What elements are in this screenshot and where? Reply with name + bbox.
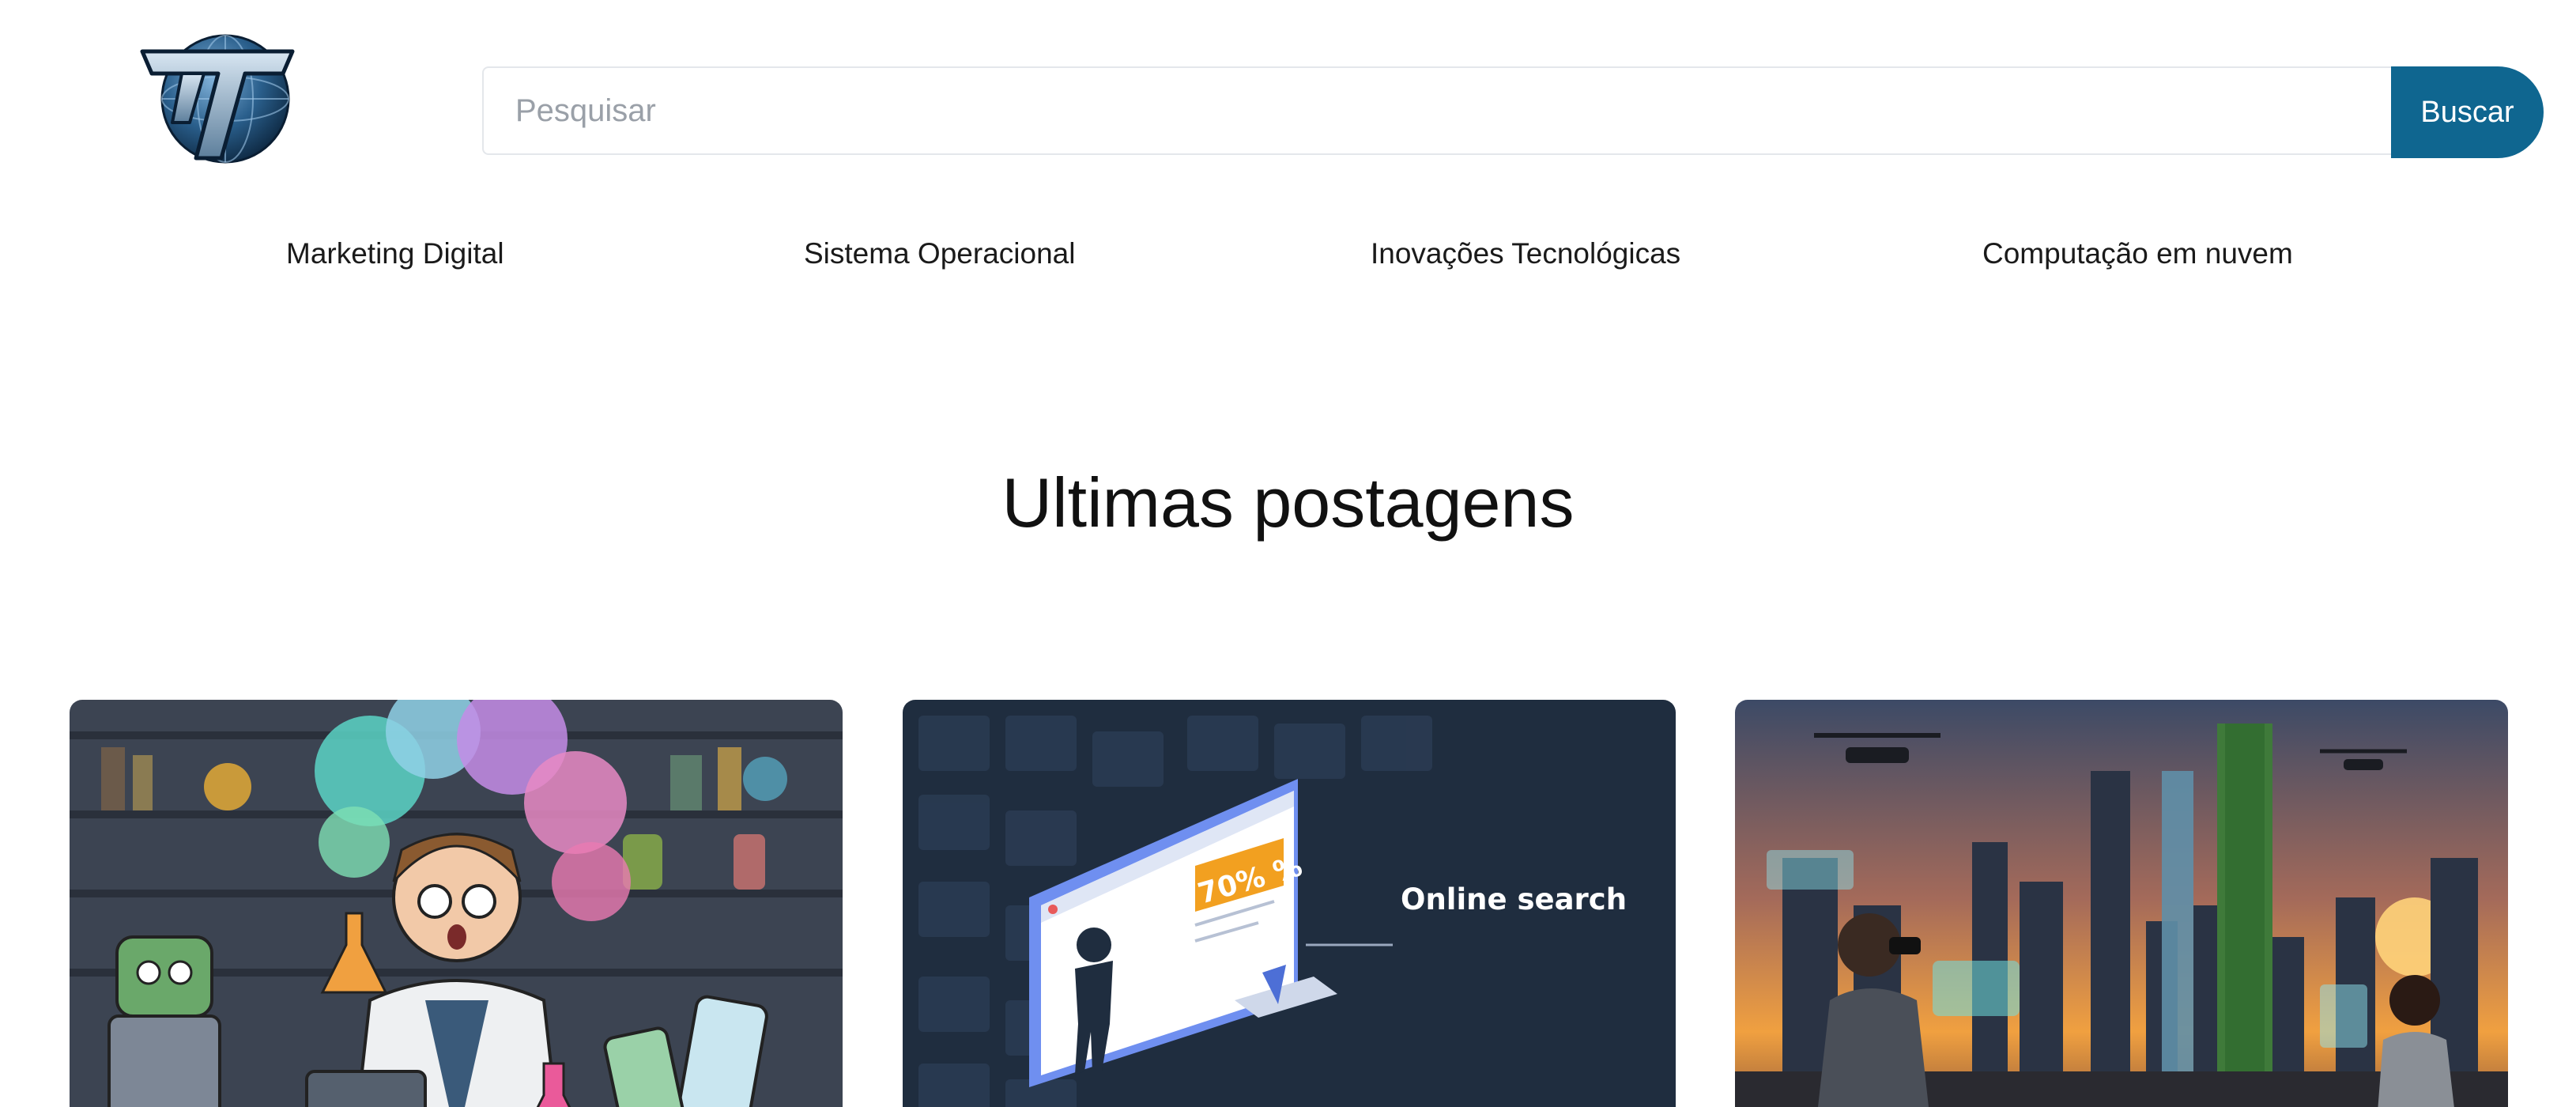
nav-item-marketing-digital[interactable]: Marketing Digital [286,237,504,270]
site-logo[interactable] [134,28,300,166]
futuristic-city-drones-image [1735,700,2508,1107]
section-title: Ultimas postagens [1001,463,1575,542]
nav-item-sistema-operacional[interactable]: Sistema Operacional [804,237,1075,270]
scientist-lab-illustration-image [70,700,843,1107]
image-caption-text: Online search [1401,882,1627,916]
globe-t-logo-icon [140,34,295,164]
post-card[interactable]: 70% % Online search [903,700,1676,1107]
search-button[interactable]: Buscar [2391,66,2544,158]
post-card[interactable] [70,700,843,1107]
page: Buscar Marketing Digital Sistema Operaci… [0,0,2576,1107]
post-card[interactable] [1735,700,2508,1107]
search-bar: Buscar [482,66,2544,158]
search-input[interactable] [482,66,2391,155]
nav-item-inovacoes-tecnologicas[interactable]: Inovações Tecnológicas [1371,237,1680,270]
category-nav: Marketing Digital Sistema Operacional In… [0,237,2576,285]
nav-item-computacao-em-nuvem[interactable]: Computação em nuvem [1982,237,2293,270]
online-search-illustration-image: 70% % Online search [903,700,1676,1107]
